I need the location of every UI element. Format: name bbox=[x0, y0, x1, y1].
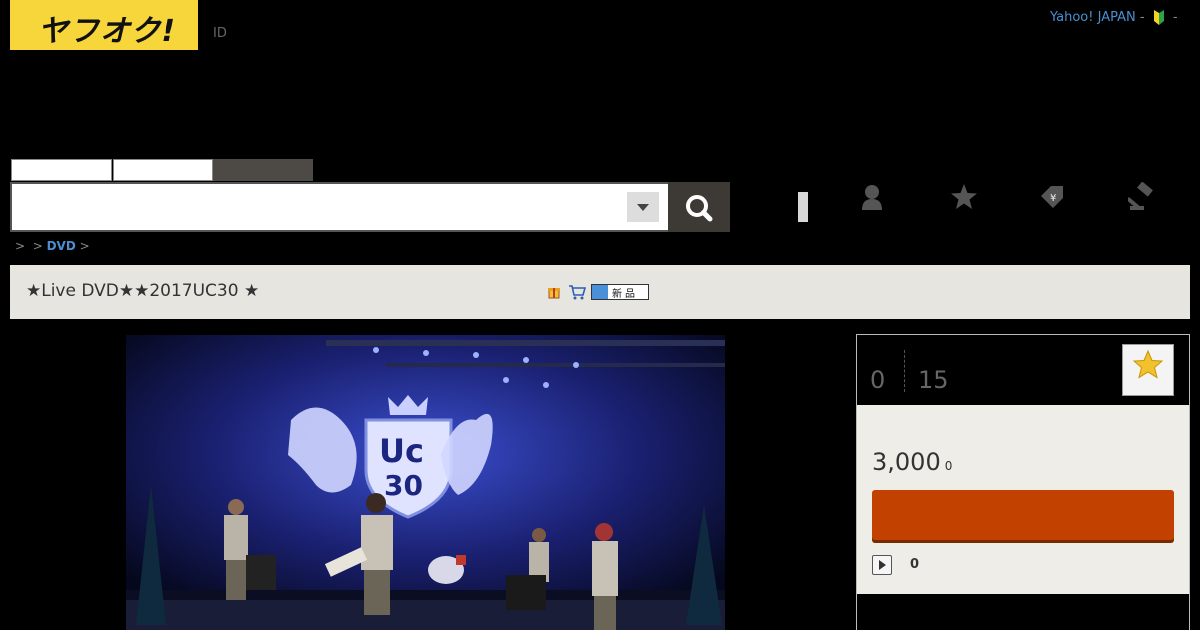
search-icon bbox=[686, 195, 713, 222]
search-input[interactable] bbox=[10, 182, 670, 232]
beginner-mark-icon[interactable] bbox=[1153, 10, 1165, 25]
bid-history-count: 0 bbox=[910, 557, 920, 572]
gavel-icon[interactable] bbox=[1128, 182, 1156, 212]
dash-2: - bbox=[1172, 10, 1178, 25]
search-tab-2[interactable] bbox=[113, 159, 213, 181]
gift-hand-icon bbox=[548, 288, 560, 299]
search-tab-1[interactable] bbox=[11, 159, 112, 181]
star-icon[interactable] bbox=[950, 182, 978, 212]
breadcrumb-sep: > bbox=[15, 239, 26, 253]
search-tab-3[interactable] bbox=[213, 159, 313, 181]
bid-count-value: 0 bbox=[870, 366, 886, 394]
price-value: 3,000 bbox=[872, 448, 941, 476]
bid-panel-footer bbox=[857, 594, 1189, 630]
bid-button[interactable] bbox=[872, 490, 1174, 540]
shopping-cart-icon bbox=[569, 285, 586, 300]
dash-1: - bbox=[1139, 10, 1145, 25]
user-icon[interactable] bbox=[858, 182, 886, 212]
new-badge-mark-icon bbox=[592, 285, 608, 299]
current-price: 3,000 0 bbox=[872, 448, 952, 476]
yahoo-japan-link[interactable]: Yahoo! JAPAN bbox=[1050, 10, 1136, 25]
new-badge-label: 新品 bbox=[612, 289, 638, 300]
logo-text: ヤフオク! bbox=[38, 14, 177, 49]
price-suffix: 0 bbox=[944, 459, 953, 473]
svg-text:30: 30 bbox=[384, 469, 423, 502]
price-tag-icon[interactable]: ¥ bbox=[1037, 182, 1065, 212]
breadcrumb-sep: > bbox=[79, 239, 90, 253]
svg-text:¥: ¥ bbox=[1050, 193, 1056, 204]
watchlist-button[interactable] bbox=[1122, 344, 1174, 396]
id-label[interactable]: ID bbox=[213, 26, 227, 41]
item-title: ★Live DVD★★2017UC30 ★ bbox=[26, 281, 260, 301]
category-dropdown-button[interactable] bbox=[627, 192, 659, 222]
watchlist-star-icon bbox=[1132, 349, 1164, 379]
search-button[interactable] bbox=[668, 182, 730, 232]
breadcrumb: > > DVD > bbox=[15, 239, 90, 253]
menu-bar-icon[interactable] bbox=[798, 192, 808, 222]
svg-text:Uc: Uc bbox=[379, 432, 424, 470]
count-divider bbox=[904, 350, 905, 392]
play-button[interactable] bbox=[872, 555, 892, 575]
remaining-time-value: 15 bbox=[918, 366, 949, 394]
new-item-badge: 新品 bbox=[591, 284, 649, 300]
yahuoku-logo[interactable]: ヤフオク! bbox=[10, 0, 198, 50]
yahoo-japan-links: Yahoo! JAPAN - - bbox=[1050, 10, 1178, 25]
breadcrumb-dvd-link[interactable]: DVD bbox=[47, 239, 76, 253]
item-photo[interactable]: Uc 30 bbox=[126, 335, 725, 630]
breadcrumb-sep: > bbox=[32, 239, 43, 253]
